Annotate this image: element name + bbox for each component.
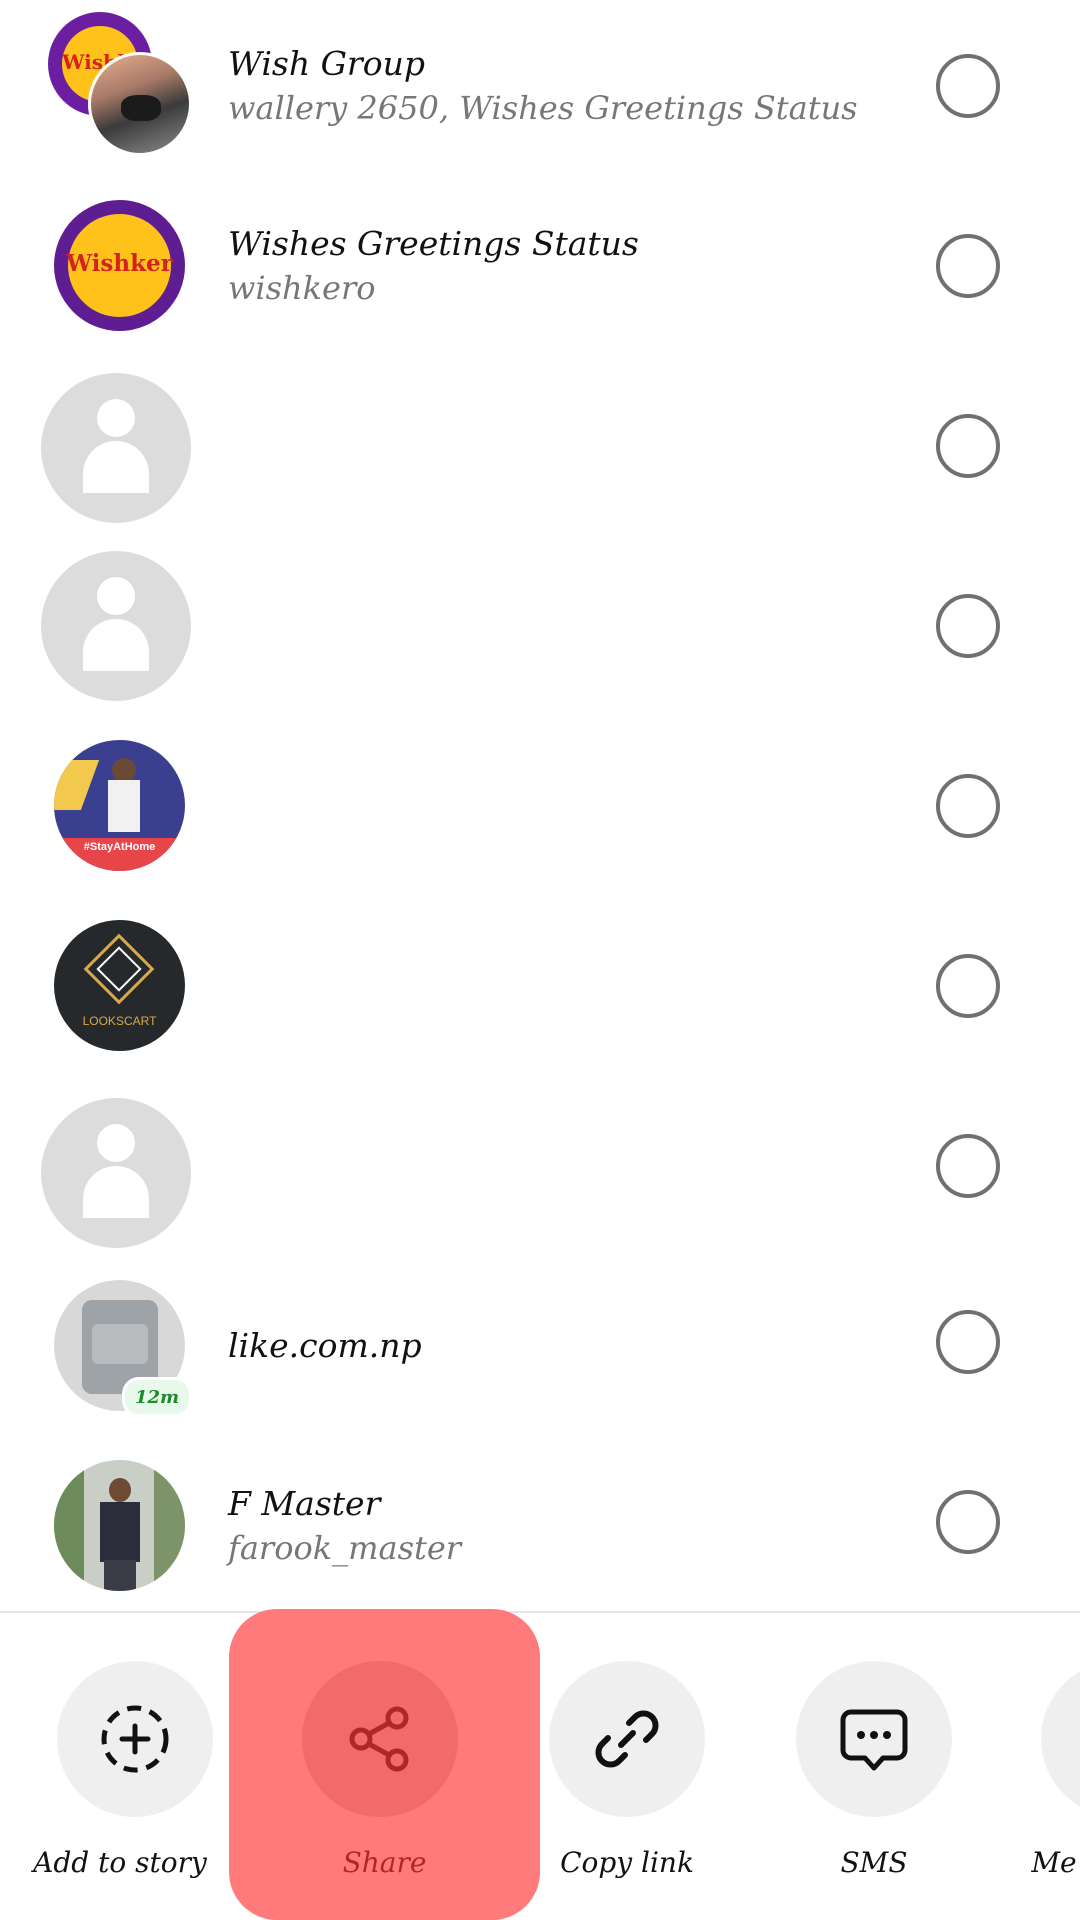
add-story-icon: [101, 1705, 169, 1773]
photo-stay-at-home: #StayAtHome: [54, 740, 185, 871]
group-avatar: Wishker: [48, 12, 192, 160]
contact-row[interactable]: #StayAtHome: [0, 720, 1080, 900]
add-to-story-button[interactable]: Add to story: [10, 1613, 230, 1920]
lookscart-logo: LOOKSCART: [54, 920, 185, 1051]
share-label: Share: [342, 1846, 427, 1879]
share-icon: [349, 1706, 409, 1772]
active-time-badge: 12m: [122, 1377, 192, 1417]
default-person-icon: [41, 373, 191, 523]
share-button[interactable]: [302, 1661, 458, 1817]
select-radio[interactable]: [936, 1310, 1000, 1374]
contact-name: Wish Group: [228, 44, 425, 83]
contact-username: wallery 2650, Wishes Greetings Status: [228, 89, 858, 127]
wishker-logo: Wishker: [54, 200, 185, 331]
action-label: SMS: [840, 1846, 908, 1879]
contact-username: farook_master: [228, 1529, 462, 1567]
default-person-icon: [41, 551, 191, 701]
sms-icon: [840, 1709, 908, 1771]
select-radio[interactable]: [936, 1490, 1000, 1554]
sms-button[interactable]: SMS: [749, 1613, 969, 1920]
share-actions-bar: Add to story Copy link SMS Me: [0, 1613, 1080, 1920]
contact-name: F Master: [228, 1484, 381, 1523]
contact-row[interactable]: [0, 1080, 1080, 1260]
contact-name: like.com.np: [228, 1326, 422, 1365]
link-icon: [595, 1710, 659, 1768]
contact-row[interactable]: Wishker Wish Group wallery 2650, Wishes …: [0, 0, 1080, 180]
select-radio[interactable]: [936, 594, 1000, 658]
select-radio[interactable]: [936, 954, 1000, 1018]
contact-row[interactable]: F Master farook_master: [0, 1440, 1080, 1620]
contact-row[interactable]: Wishker Wishes Greetings Status wishkero: [0, 180, 1080, 360]
select-radio[interactable]: [936, 54, 1000, 118]
select-radio[interactable]: [936, 774, 1000, 838]
photo-person: [54, 1460, 185, 1591]
contact-row[interactable]: [0, 540, 1080, 720]
contact-username: wishkero: [228, 269, 376, 307]
select-radio[interactable]: [936, 234, 1000, 298]
more-icon: [1041, 1661, 1080, 1817]
default-person-icon: [41, 1098, 191, 1248]
select-radio[interactable]: [936, 414, 1000, 478]
contact-name: Wishes Greetings Status: [228, 224, 639, 263]
contact-row[interactable]: LOOKSCART: [0, 900, 1080, 1080]
select-radio[interactable]: [936, 1134, 1000, 1198]
more-button[interactable]: Me: [994, 1613, 1080, 1920]
action-label: Add to story: [33, 1846, 207, 1879]
contact-row[interactable]: [0, 360, 1080, 540]
action-label: Me: [1031, 1846, 1077, 1879]
